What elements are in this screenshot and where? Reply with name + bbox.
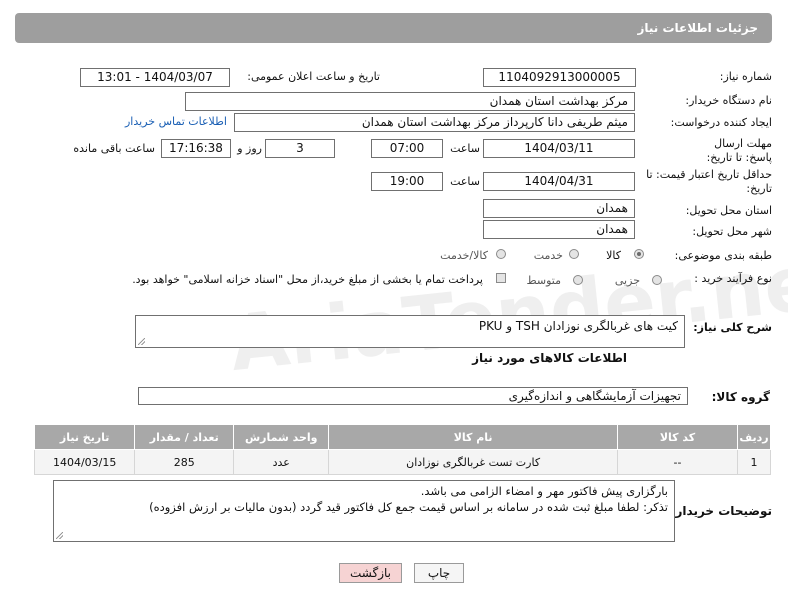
process-medium-radio[interactable] <box>573 275 583 285</box>
process-minor-label: جزیی <box>614 274 640 287</box>
deadline-date-field: 1404/03/11 <box>483 139 635 158</box>
deadline-time-label: ساعت <box>450 142 480 155</box>
resize-grip-icon[interactable] <box>56 532 63 539</box>
process-label: نوع فرآیند خرید : <box>694 272 772 285</box>
description-field: کیت های غربالگری نوزادان TSH و PKU <box>135 315 685 348</box>
remaining-label: ساعت باقی مانده <box>73 142 155 155</box>
price-validity-label: حداقل تاریخ اعتبار قیمت: تا تاریخ: <box>646 168 772 195</box>
buyer-notes-line-2: تذکر: لطفا مبلغ ثبت شده در سامانه بر اسا… <box>149 500 668 514</box>
deadline-time-field: 07:00 <box>371 139 443 158</box>
print-button[interactable]: چاپ <box>414 563 464 583</box>
days-field: 3 <box>265 139 335 158</box>
buyer-notes-field: بارگزاری پیش فاکتور مهر و امضاء الزامی م… <box>53 480 675 542</box>
days-label: روز و <box>237 142 262 155</box>
buyer-field: مرکز بهداشت استان همدان <box>185 92 635 111</box>
col-date-header: تاریخ نیاز <box>33 424 136 450</box>
goods-info-title: اطلاعات کالاهای مورد نیاز <box>472 351 627 365</box>
price-time-label: ساعت <box>450 175 480 188</box>
payment-note: پرداخت تمام یا بخشی از مبلغ خرید،از محل … <box>132 273 483 286</box>
category-service-radio[interactable] <box>569 249 579 259</box>
table-row: 1 -- کارت تست غربالگری نوزادان عدد 285 1… <box>33 449 771 475</box>
city-label: شهر محل تحویل: <box>692 225 772 238</box>
buyer-label: نام دستگاه خریدار: <box>685 94 772 107</box>
col-qty-header: تعداد / مقدار <box>134 424 235 450</box>
cell-qty: 285 <box>134 449 235 475</box>
col-name-header: نام کالا <box>328 424 618 450</box>
announce-label: تاریخ و ساعت اعلان عمومی: <box>247 70 380 83</box>
col-row-header: ردیف <box>737 424 771 450</box>
page-title: جزئیات اطلاعات نیاز <box>637 21 758 35</box>
col-unit-header: واحد شمارش <box>233 424 330 450</box>
category-label: طبقه بندی موضوعی: <box>674 249 772 262</box>
creator-label: ایجاد کننده درخواست: <box>670 116 772 129</box>
category-goods-service-label: کالا/خدمت <box>440 249 488 262</box>
cell-unit: عدد <box>233 449 330 475</box>
description-label: شرح کلی نیاز: <box>693 321 772 334</box>
process-minor-radio[interactable] <box>652 275 662 285</box>
remaining-time-field: 17:16:38 <box>161 139 231 158</box>
page-header: جزئیات اطلاعات نیاز <box>15 13 772 43</box>
category-goods-radio[interactable] <box>634 249 644 259</box>
cell-code: -- <box>616 449 739 475</box>
announce-field: 1404/03/07 - 13:01 <box>80 68 230 87</box>
category-service-label: خدمت <box>533 249 563 262</box>
back-button[interactable]: بازگشت <box>339 563 402 583</box>
creator-field: میثم طریفی دانا کارپرداز مرکز بهداشت است… <box>234 113 635 132</box>
deadline-label: مهلت ارسال پاسخ: تا تاریخ: <box>706 137 772 164</box>
need-number-label: شماره نیاز: <box>719 70 772 83</box>
city-field: همدان <box>483 220 635 239</box>
table-header-row: ردیف کد کالا نام کالا واحد شمارش تعداد /… <box>33 424 771 450</box>
contact-buyer-link[interactable]: اطلاعات تماس خریدار <box>125 115 227 128</box>
price-time-field: 19:00 <box>371 172 443 191</box>
price-date-field: 1404/04/31 <box>483 172 635 191</box>
goods-group-field: تجهیزات آزمایشگاهی و اندازه‌گیری <box>138 387 688 405</box>
buyer-notes-label: توضیحات خریدار: <box>670 504 772 518</box>
province-label: استان محل تحویل: <box>685 204 772 217</box>
cell-name: کارت تست غربالگری نوزادان <box>328 449 618 475</box>
cell-date: 1404/03/15 <box>33 449 136 475</box>
process-medium-label: متوسط <box>526 274 561 287</box>
category-goods-service-radio[interactable] <box>496 249 506 259</box>
category-goods-label: کالا <box>606 249 621 262</box>
need-number-field: 1104092913000005 <box>483 68 636 87</box>
resize-grip-icon[interactable] <box>138 338 145 345</box>
goods-table: ردیف کد کالا نام کالا واحد شمارش تعداد /… <box>33 424 771 475</box>
province-field: همدان <box>483 199 635 218</box>
goods-group-label: گروه کالا: <box>711 390 770 404</box>
buyer-notes-line-1: بارگزاری پیش فاکتور مهر و امضاء الزامی م… <box>420 484 668 498</box>
description-text: کیت های غربالگری نوزادان TSH و PKU <box>478 319 678 333</box>
cell-row: 1 <box>737 449 771 475</box>
col-code-header: کد کالا <box>616 424 739 450</box>
treasury-payment-checkbox[interactable] <box>496 273 506 283</box>
